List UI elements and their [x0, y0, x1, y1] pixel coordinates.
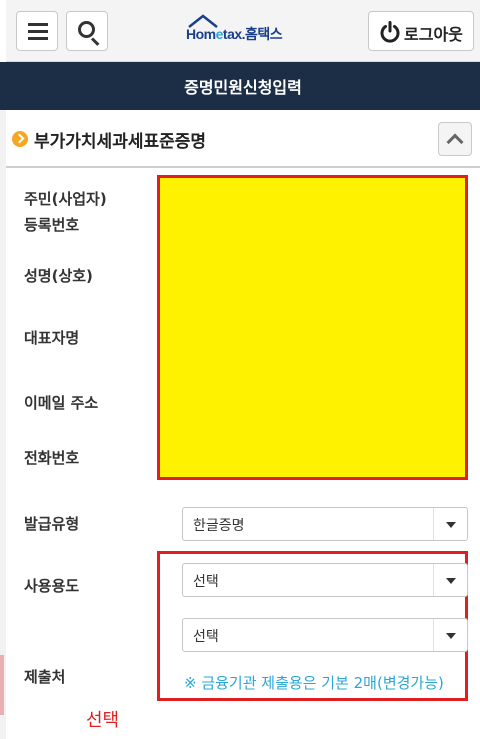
phone-label: 전화번호 — [24, 449, 80, 467]
representative-label: 대표자명 — [24, 329, 80, 347]
issue-type-value: 한글증명 — [193, 518, 245, 534]
logout-label: 로그아웃 — [404, 25, 463, 44]
section-title: 부가가치세과세표준증명 — [34, 132, 207, 152]
usage-label: 사용용도 — [24, 577, 80, 595]
submit-to-select[interactable]: 선택 — [182, 618, 468, 652]
hometax-logo[interactable]: Hometax.홈택스 — [186, 14, 321, 44]
logo-text-home: Hom — [186, 26, 216, 42]
top-bar: Hometax.홈택스 로그아웃 — [6, 0, 480, 62]
arrow-bullet-icon — [12, 131, 28, 147]
resident-number-label-line1: 주민(사업자) — [24, 190, 107, 208]
section-header: 부가가치세과세표준증명 — [6, 110, 480, 168]
caret-down-icon — [433, 564, 467, 596]
menu-button[interactable] — [16, 11, 58, 51]
issue-type-select[interactable]: 한글증명 — [182, 507, 468, 541]
caret-down-icon — [433, 619, 467, 651]
usage-select[interactable]: 선택 — [182, 563, 468, 597]
redacted-personal-info — [157, 175, 468, 480]
power-icon — [380, 21, 400, 43]
submit-to-label: 제출처 — [24, 668, 66, 686]
collapse-button[interactable] — [438, 122, 472, 156]
logo-text-e: e — [215, 26, 224, 42]
select-annotation: 선택 — [86, 710, 120, 731]
logo-text-rest: tax.홈택스 — [222, 26, 283, 42]
chevron-up-icon — [446, 133, 464, 151]
submit-to-value: 선택 — [193, 629, 219, 645]
usage-value: 선택 — [193, 574, 219, 590]
title-bar: 증명민원신청입력 — [6, 62, 480, 110]
resident-number-label-line2: 등록번호 — [24, 216, 80, 234]
logo-wordmark: Hometax.홈택스 — [186, 24, 283, 44]
name-label: 성명(상호) — [24, 267, 93, 285]
logout-button[interactable]: 로그아웃 — [368, 11, 474, 51]
left-edge-red — [0, 655, 4, 715]
search-button[interactable] — [66, 11, 108, 51]
caret-down-icon — [433, 508, 467, 540]
email-label: 이메일 주소 — [24, 394, 99, 412]
notice-text: ※ 금융기관 제출용은 기본 2매(변경가능) — [184, 674, 444, 692]
page-title: 증명민원신청입력 — [184, 78, 302, 97]
issue-type-label: 발급유형 — [24, 515, 80, 533]
